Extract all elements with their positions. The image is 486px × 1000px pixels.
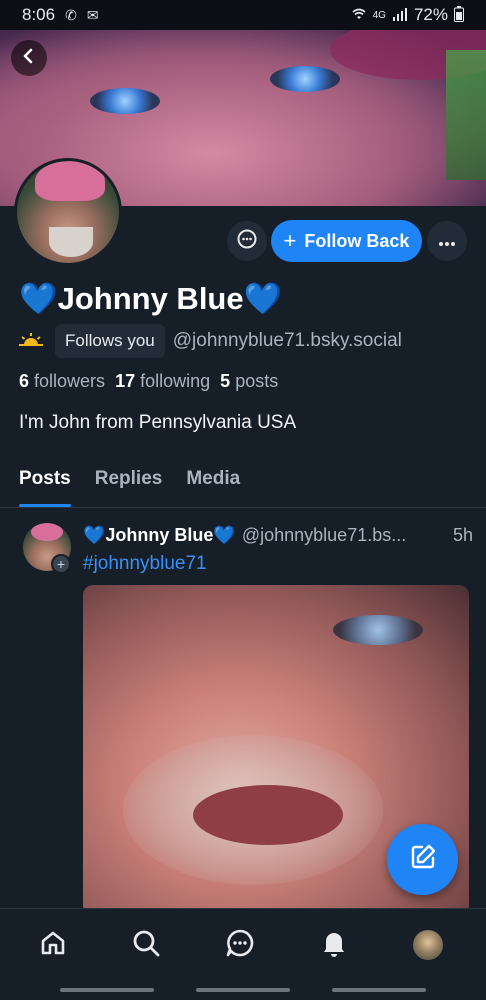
chevron-left-icon: [20, 45, 38, 71]
gesture-bar-left: [60, 988, 154, 992]
post-header: 💙Johnny Blue💙 @johnnyblue71.bs... 5h: [83, 525, 473, 546]
handle-row: Follows you @johnnyblue71.bsky.social: [19, 324, 402, 358]
profile-bio: I'm John from Pennsylvania USA: [19, 412, 297, 433]
profile-avatar[interactable]: [14, 158, 122, 266]
signal-icon: [392, 7, 408, 24]
tab-posts[interactable]: Posts: [19, 458, 71, 507]
network-type-label: 4G: [372, 9, 386, 21]
follow-back-button[interactable]: + Follow Back: [271, 220, 422, 262]
profile-handle: @johnnyblue71.bsky.social: [172, 330, 402, 351]
followers-count: 6: [19, 371, 30, 391]
profile-avatar-small: [413, 930, 443, 960]
compose-icon: [408, 842, 438, 877]
gesture-bar-right: [332, 988, 426, 992]
follow-plus-icon[interactable]: +: [51, 554, 71, 574]
more-options-button[interactable]: [427, 221, 467, 261]
bell-icon: [319, 928, 349, 963]
plus-icon: +: [283, 228, 297, 253]
search-icon: [131, 928, 161, 963]
followers-stat[interactable]: 6 followers: [19, 371, 105, 392]
wifi-call-icon: ✆: [65, 6, 77, 23]
posts-stat: 5 posts: [220, 371, 278, 392]
following-label: following: [140, 371, 211, 391]
battery-icon: [454, 5, 464, 25]
nav-home[interactable]: [35, 927, 71, 963]
gesture-bar-center: [196, 988, 290, 992]
compose-button[interactable]: [387, 824, 458, 895]
follows-you-badge: Follows you: [55, 324, 165, 358]
nav-notifications[interactable]: [316, 927, 352, 963]
nav-profile[interactable]: [410, 927, 446, 963]
status-bar: 8:06 ✆ ✉ 4G 72%: [0, 0, 486, 30]
chat-icon: [225, 928, 255, 963]
tab-media[interactable]: Media: [186, 458, 240, 507]
ellipsis-icon: [438, 230, 456, 253]
message-button[interactable]: [227, 221, 267, 261]
post-author-name[interactable]: 💙Johnny Blue💙: [83, 525, 236, 546]
home-icon: [38, 928, 68, 963]
posts-count: 5: [220, 371, 231, 391]
post-author-handle: @johnnyblue71.bs...: [241, 525, 407, 545]
following-stat[interactable]: 17 following: [115, 371, 210, 392]
profile-display-name: 💙Johnny Blue💙: [19, 281, 283, 316]
bottom-navigation: [0, 908, 486, 1000]
chat-bubble-icon: [236, 228, 258, 255]
back-button[interactable]: [11, 40, 47, 76]
status-time: 8:06: [22, 5, 56, 24]
post-timestamp: 5h: [452, 525, 473, 545]
post-hashtag-link[interactable]: #johnnyblue71: [83, 553, 207, 575]
follow-back-label: Follow Back: [304, 230, 410, 251]
wifi-icon: [351, 7, 367, 24]
posts-label: posts: [235, 371, 279, 391]
nav-chat[interactable]: [222, 927, 258, 963]
battery-percent: 72%: [413, 5, 448, 24]
following-count: 17: [115, 371, 136, 391]
followers-label: followers: [34, 371, 106, 391]
profile-stats: 6 followers 17 following 5 posts: [19, 371, 278, 392]
nav-search[interactable]: [128, 927, 164, 963]
mail-icon: ✉: [86, 6, 99, 23]
sun-icon: [19, 331, 47, 352]
tab-replies[interactable]: Replies: [95, 458, 163, 507]
profile-tabs: Posts Replies Media: [0, 458, 486, 508]
